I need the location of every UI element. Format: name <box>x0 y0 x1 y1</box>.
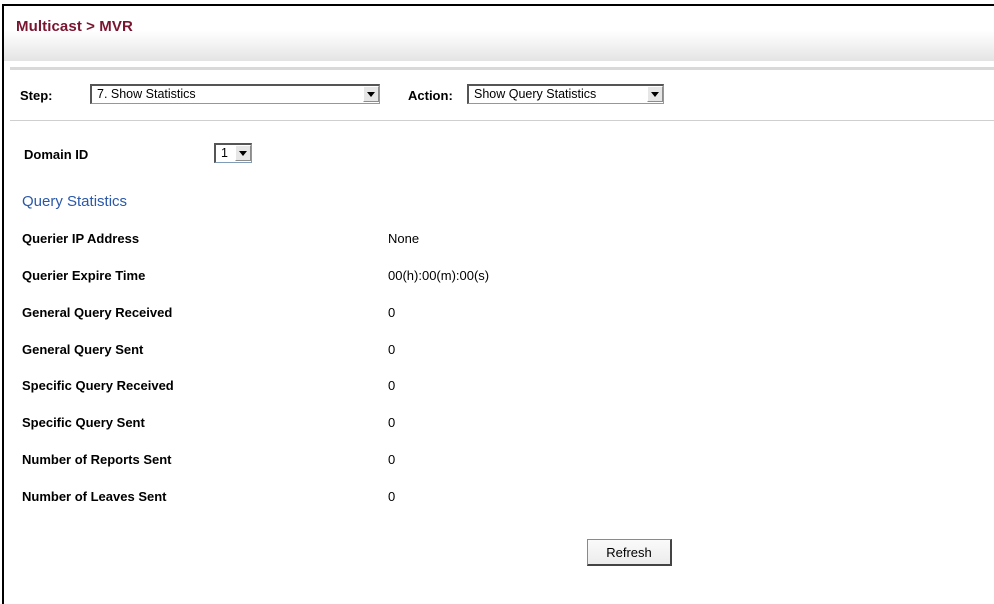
stat-value: None <box>388 231 420 246</box>
step-select[interactable]: 7. Show Statistics <box>90 84 380 104</box>
step-action-row: Step: 7. Show Statistics Action: Show Qu… <box>10 74 994 118</box>
stat-label: Querier Expire Time <box>22 268 146 283</box>
step-select-value: 7. Show Statistics <box>97 87 196 101</box>
step-divider <box>10 120 994 121</box>
domain-id-value: 1 <box>221 146 228 160</box>
domain-id-select[interactable]: 1 <box>214 143 252 163</box>
stat-label: Number of Leaves Sent <box>22 489 167 504</box>
step-label: Step: <box>20 88 53 103</box>
page-title: Multicast > MVR <box>16 18 133 35</box>
stat-value: 0 <box>388 378 396 393</box>
action-select[interactable]: Show Query Statistics <box>467 84 664 104</box>
stat-value: 0 <box>388 452 396 467</box>
stat-label: Querier IP Address <box>22 231 140 246</box>
stat-value: 00(h):00(m):00(s) <box>388 268 490 283</box>
chevron-down-icon[interactable] <box>363 86 379 102</box>
query-statistics-heading: Query Statistics <box>22 193 128 210</box>
stat-value: 0 <box>388 342 396 357</box>
refresh-button[interactable]: Refresh <box>587 539 672 566</box>
stat-label: Number of Reports Sent <box>22 452 172 467</box>
stat-label: General Query Sent <box>22 342 144 357</box>
stat-value: 0 <box>388 489 396 504</box>
action-label: Action: <box>408 88 453 103</box>
stat-label: General Query Received <box>22 305 173 320</box>
chevron-down-icon[interactable] <box>235 145 251 161</box>
action-select-value: Show Query Statistics <box>474 87 597 101</box>
stat-value: 0 <box>388 415 396 430</box>
stat-value: 0 <box>388 305 396 320</box>
stat-label: Specific Query Sent <box>22 415 145 430</box>
title-divider <box>10 67 994 70</box>
domain-id-label: Domain ID <box>24 147 89 162</box>
title-bar: Multicast > MVR <box>4 6 994 61</box>
stat-label: Specific Query Received <box>22 378 174 393</box>
chevron-down-icon[interactable] <box>647 86 663 102</box>
